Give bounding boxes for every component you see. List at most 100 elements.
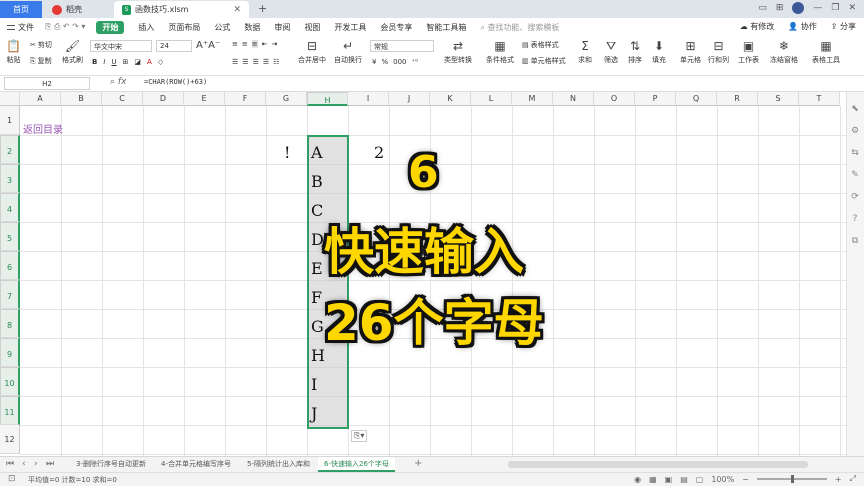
menu-home[interactable]: 开始: [96, 20, 125, 34]
horizontal-scrollbar[interactable]: [508, 461, 808, 468]
grid-apps-icon[interactable]: ⊞: [776, 3, 784, 13]
select-all-corner[interactable]: [0, 92, 20, 106]
align-center-icon[interactable]: ☰: [242, 58, 248, 66]
sheet-tab-5[interactable]: 5-隔列统计出入库和: [241, 457, 316, 472]
cell-h9[interactable]: H: [311, 346, 325, 365]
font-grow-shrink[interactable]: A⁺A⁻: [196, 40, 220, 51]
cell-button[interactable]: ⊞ 单元格: [680, 39, 701, 65]
menu-smart-toolbox[interactable]: 智能工具箱: [426, 22, 466, 33]
share-panel-icon[interactable]: ⧉: [852, 236, 858, 246]
cell-h4[interactable]: C: [311, 201, 323, 220]
menu-data[interactable]: 数据: [244, 22, 260, 33]
currency-icon[interactable]: ¥: [372, 58, 376, 66]
column-header-e[interactable]: E: [184, 92, 225, 106]
menu-file[interactable]: 文件: [7, 22, 34, 33]
row-header-3[interactable]: 3: [0, 164, 20, 193]
eye-icon[interactable]: ◉: [634, 475, 641, 484]
row-col-button[interactable]: ⊟ 行和列: [708, 39, 729, 65]
name-box[interactable]: H2: [4, 77, 90, 90]
menu-review[interactable]: 审阅: [274, 22, 290, 33]
row-header-10[interactable]: 10: [0, 367, 20, 396]
view-layout-icon[interactable]: ▣: [665, 475, 673, 484]
cell-h2[interactable]: A: [311, 143, 323, 162]
column-header-g[interactable]: G: [266, 92, 307, 106]
column-header-n[interactable]: N: [553, 92, 594, 106]
column-header-t[interactable]: T: [799, 92, 840, 106]
collaborate-button[interactable]: 👤 协作: [788, 21, 817, 32]
properties-icon[interactable]: ⚙: [851, 126, 859, 136]
column-header-h[interactable]: H: [307, 92, 348, 106]
table-tools-button[interactable]: ▦ 表格工具: [812, 39, 840, 65]
cell-g2[interactable]: !: [284, 143, 290, 162]
cell-style-button[interactable]: ▥ 单元格样式: [522, 56, 566, 66]
row-header-5[interactable]: 5: [0, 222, 20, 251]
table-style-button[interactable]: ▤ 表格样式: [522, 40, 559, 50]
number-buttons[interactable]: ¥% 000 ⁺⁰: [372, 58, 418, 66]
zoom-slider-knob[interactable]: [790, 475, 794, 483]
column-header-c[interactable]: C: [102, 92, 143, 106]
sum-button[interactable]: Σ 求和: [578, 39, 592, 65]
worksheet-button[interactable]: ▣ 工作表: [738, 39, 759, 65]
share-button[interactable]: ⇪ 分享: [831, 21, 856, 32]
search-box[interactable]: ⌕ 查找功能、搜索模板: [480, 22, 559, 33]
fill-color-icon[interactable]: ◪: [134, 58, 141, 66]
sheet-tab-6[interactable]: 6-快速输入26个字母: [318, 457, 395, 472]
style-icon[interactable]: ✎: [851, 170, 859, 180]
row-header-7[interactable]: 7: [0, 280, 20, 309]
cut-button[interactable]: ✂ 剪切: [30, 40, 52, 50]
format-painter-button[interactable]: 🖌 格式刷: [62, 39, 83, 65]
decimal-icon[interactable]: ⁺⁰: [412, 58, 419, 66]
bold-icon[interactable]: B: [92, 58, 97, 66]
row-header-1[interactable]: 1: [0, 106, 20, 135]
menu-insert[interactable]: 插入: [138, 22, 154, 33]
row-header-12[interactable]: 12: [0, 425, 20, 454]
fill-button[interactable]: ⬇ 填充: [652, 39, 666, 65]
zoom-in-icon[interactable]: +: [835, 475, 842, 484]
menu-member[interactable]: 会员专享: [380, 22, 412, 33]
row-header-4[interactable]: 4: [0, 193, 20, 222]
menu-page-layout[interactable]: 页面布局: [168, 22, 200, 33]
conditional-format-button[interactable]: ▦ 条件格式: [486, 39, 514, 65]
column-header-i[interactable]: I: [348, 92, 389, 106]
column-header-k[interactable]: K: [430, 92, 471, 106]
zoom-icon[interactable]: ⌕: [110, 77, 115, 87]
prev-sheet-icon[interactable]: ‹: [22, 459, 26, 469]
back-to-contents-link[interactable]: 返回目录: [23, 121, 63, 136]
underline-icon[interactable]: U: [111, 58, 116, 66]
cell-i2[interactable]: 2: [374, 143, 384, 162]
view-read-icon[interactable]: ▢: [696, 475, 704, 484]
undo-redo-icons[interactable]: ⎘ ⎙ ↶ ↷ ▾: [45, 22, 85, 32]
column-header-j[interactable]: J: [389, 92, 430, 106]
zoom-slider[interactable]: [756, 475, 827, 483]
filter-button[interactable]: ⛛ 筛选: [604, 39, 618, 65]
align-right-icon[interactable]: ☰: [253, 58, 259, 66]
align-buttons-top[interactable]: ≡ ≡ ≡ ⇤ ⇥: [232, 40, 277, 48]
font-name-select[interactable]: 华文中宋: [90, 40, 152, 52]
last-sheet-icon[interactable]: ⏭: [46, 459, 54, 469]
row-header-2[interactable]: 2: [0, 135, 20, 164]
column-header-l[interactable]: L: [471, 92, 512, 106]
backup-icon[interactable]: ⟳: [851, 192, 859, 202]
percent-icon[interactable]: %: [381, 58, 388, 66]
cell-h10[interactable]: I: [311, 375, 317, 394]
border-icon[interactable]: ⊞: [123, 58, 129, 66]
tab-home[interactable]: 首页: [0, 1, 42, 18]
merge-center-button[interactable]: ⊟ 合并居中: [298, 39, 326, 65]
column-header-a[interactable]: A: [20, 92, 61, 106]
row-header-11[interactable]: 11: [0, 396, 20, 425]
column-header-m[interactable]: M: [512, 92, 553, 106]
cell-h7[interactable]: F: [311, 288, 322, 307]
cell-h5[interactable]: D: [311, 230, 324, 249]
tab-document[interactable]: S 函数技巧.xlsm ✕: [114, 1, 249, 18]
align-top-icon[interactable]: ≡: [232, 40, 238, 48]
wrap-text-button[interactable]: ↵ 自动换行: [334, 39, 362, 65]
has-changes-button[interactable]: ☁ 有修改: [740, 21, 775, 32]
align-bottom-icon[interactable]: ≡: [251, 40, 258, 48]
number-format-select[interactable]: 常规: [370, 40, 434, 52]
freeze-button[interactable]: ❄ 冻结窗格: [770, 39, 798, 65]
indent-icon[interactable]: ⇤: [262, 40, 268, 48]
maximize-icon[interactable]: ❐: [831, 3, 839, 13]
new-tab-button[interactable]: +: [258, 2, 267, 15]
view-normal-icon[interactable]: ▦: [649, 475, 657, 484]
cell-h6[interactable]: E: [311, 259, 323, 278]
